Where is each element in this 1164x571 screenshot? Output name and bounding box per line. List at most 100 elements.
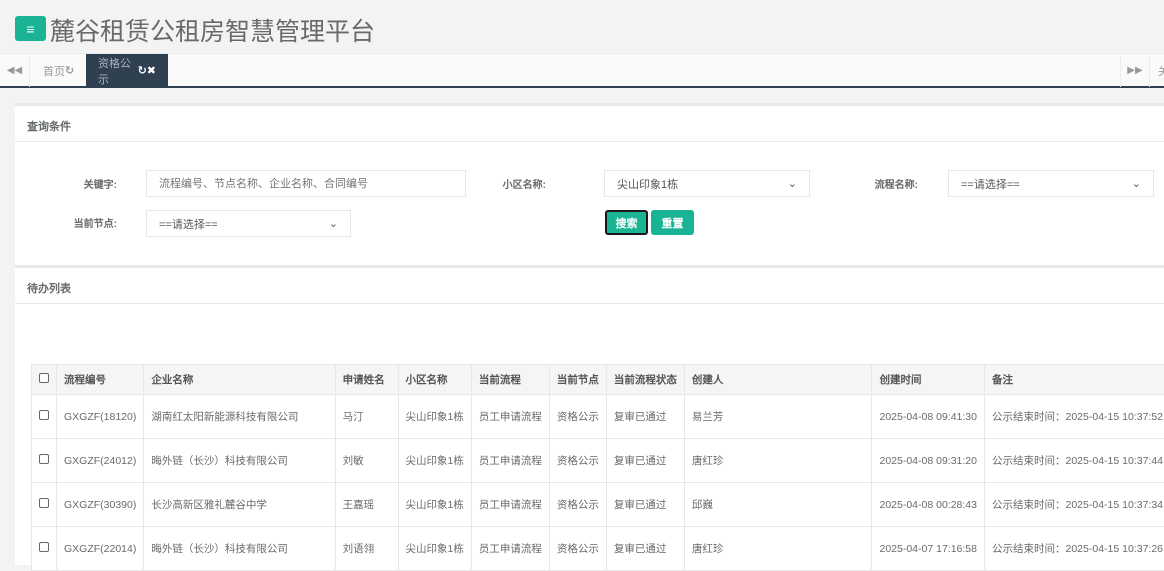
close-icon[interactable]: ✖ bbox=[147, 64, 156, 77]
table-row[interactable]: GXGZF(30390)长沙高新区雅礼麓谷中学王嘉瑶尖山印象1栋员工申请流程资格… bbox=[32, 483, 1164, 527]
process-label: 流程名称: bbox=[838, 176, 918, 191]
table-cell: 员工申请流程 bbox=[471, 483, 549, 527]
table-cell: 尖山印象1栋 bbox=[398, 483, 471, 527]
select-all-checkbox[interactable] bbox=[39, 373, 49, 383]
table-cell: 资格公示 bbox=[549, 439, 606, 483]
refresh-icon[interactable]: ↻ bbox=[65, 64, 74, 77]
todo-table: 流程编号 企业名称 申请姓名 小区名称 当前流程 当前节点 当前流程状态 创建人… bbox=[31, 364, 1164, 571]
table-cell: 2025-04-08 09:41:30 bbox=[872, 395, 985, 439]
row-checkbox[interactable] bbox=[39, 498, 49, 508]
tab-qualification[interactable]: 资格公示↻✖ bbox=[86, 54, 168, 87]
select-value: 尖山印象1栋 bbox=[617, 176, 678, 192]
col-header[interactable]: 备注 bbox=[985, 365, 1164, 395]
table-row[interactable]: GXGZF(24012)晦外链（长沙）科技有限公司刘敏尖山印象1栋员工申请流程资… bbox=[32, 439, 1164, 483]
app-title: 麓谷租赁公租房智慧管理平台 bbox=[50, 12, 375, 48]
col-header[interactable]: 当前节点 bbox=[549, 365, 606, 395]
node-label: 当前节点: bbox=[37, 215, 117, 230]
row-select-cell[interactable] bbox=[32, 395, 57, 439]
table-cell: 刘语翎 bbox=[335, 527, 398, 571]
scroll-left-button[interactable]: ◀◀ bbox=[0, 54, 30, 87]
table-cell: GXGZF(22014) bbox=[57, 527, 144, 571]
select-value: ==请选择== bbox=[961, 176, 1020, 192]
bars-icon: ≡ bbox=[26, 21, 34, 37]
tab-label: 资格公示 bbox=[98, 55, 138, 87]
scroll-right-button[interactable]: ▶▶ bbox=[1120, 54, 1150, 87]
table-cell: 公示结束时间：2025-04-15 10:37:52 bbox=[985, 395, 1164, 439]
table-cell: 2025-04-08 00:28:43 bbox=[872, 483, 985, 527]
table-cell: 尖山印象1栋 bbox=[398, 527, 471, 571]
chevron-down-icon: ⌄ bbox=[1132, 177, 1141, 190]
keyword-label: 关键字: bbox=[37, 176, 117, 191]
community-label: 小区名称: bbox=[466, 176, 546, 191]
table-cell: 2025-04-08 09:31:20 bbox=[872, 439, 985, 483]
table-cell: 长沙高新区雅礼麓谷中学 bbox=[144, 483, 335, 527]
table-cell: 2025-04-07 17:16:58 bbox=[872, 527, 985, 571]
list-panel-title: 待办列表 bbox=[15, 268, 1164, 304]
select-value: ==请选择== bbox=[159, 216, 218, 232]
search-panel-title: 查询条件 bbox=[15, 106, 1164, 142]
table-cell: 刘敏 bbox=[335, 439, 398, 483]
table-cell: GXGZF(30390) bbox=[57, 483, 144, 527]
menu-toggle-button[interactable]: ≡ bbox=[15, 16, 46, 41]
table-cell: 晦外链（长沙）科技有限公司 bbox=[144, 439, 335, 483]
process-select[interactable]: ==请选择== ⌄ bbox=[948, 170, 1154, 197]
col-header[interactable]: 创建时间 bbox=[872, 365, 985, 395]
chevron-down-icon: ⌄ bbox=[788, 177, 797, 190]
row-select-cell[interactable] bbox=[32, 483, 57, 527]
table-cell: 员工申请流程 bbox=[471, 439, 549, 483]
close-ops-label: 关 bbox=[1158, 63, 1164, 79]
close-operations-button[interactable]: 关 bbox=[1150, 54, 1164, 87]
table-cell: 马汀 bbox=[335, 395, 398, 439]
col-header[interactable]: 当前流程 bbox=[471, 365, 549, 395]
col-header[interactable]: 创建人 bbox=[684, 365, 872, 395]
row-checkbox[interactable] bbox=[39, 542, 49, 552]
table-cell: 复审已通过 bbox=[606, 395, 684, 439]
col-header[interactable]: 流程编号 bbox=[57, 365, 144, 395]
community-select[interactable]: 尖山印象1栋 ⌄ bbox=[604, 170, 810, 197]
table-cell: GXGZF(24012) bbox=[57, 439, 144, 483]
table-cell: 唐红珍 bbox=[684, 527, 872, 571]
table-cell: 王嘉瑶 bbox=[335, 483, 398, 527]
table-cell: 复审已通过 bbox=[606, 483, 684, 527]
table-cell: 复审已通过 bbox=[606, 527, 684, 571]
tab-home[interactable]: 首页↻ bbox=[31, 54, 86, 87]
table-cell: 尖山印象1栋 bbox=[398, 395, 471, 439]
row-checkbox[interactable] bbox=[39, 454, 49, 464]
table-header-row: 流程编号 企业名称 申请姓名 小区名称 当前流程 当前节点 当前流程状态 创建人… bbox=[32, 365, 1164, 395]
table-row[interactable]: GXGZF(18120)湖南红太阳新能源科技有限公司马汀尖山印象1栋员工申请流程… bbox=[32, 395, 1164, 439]
search-panel: 查询条件 关键字: 小区名称: 尖山印象1栋 ⌄ 流程名称: ==请选择== ⌄ 当… bbox=[15, 103, 1164, 266]
tab-label: 首页 bbox=[43, 63, 65, 79]
select-all-cell[interactable] bbox=[32, 365, 57, 395]
table-cell: 邱巍 bbox=[684, 483, 872, 527]
col-header[interactable]: 当前流程状态 bbox=[606, 365, 684, 395]
row-checkbox[interactable] bbox=[39, 410, 49, 420]
table-cell: GXGZF(18120) bbox=[57, 395, 144, 439]
col-header[interactable]: 申请姓名 bbox=[335, 365, 398, 395]
chevron-down-icon: ⌄ bbox=[329, 217, 338, 230]
row-select-cell[interactable] bbox=[32, 439, 57, 483]
col-header[interactable]: 小区名称 bbox=[398, 365, 471, 395]
top-header: ≡ 麓谷租赁公租房智慧管理平台 bbox=[0, 0, 1164, 53]
table-cell: 尖山印象1栋 bbox=[398, 439, 471, 483]
table-cell: 复审已通过 bbox=[606, 439, 684, 483]
table-cell: 湖南红太阳新能源科技有限公司 bbox=[144, 395, 335, 439]
keyword-input[interactable] bbox=[146, 170, 466, 197]
tab-bar: ◀◀ 首页↻ 资格公示↻✖ ▶▶ 关 bbox=[0, 53, 1164, 88]
search-button[interactable]: 搜索 bbox=[605, 210, 648, 235]
table-cell: 员工申请流程 bbox=[471, 527, 549, 571]
table-row[interactable]: GXGZF(22014)晦外链（长沙）科技有限公司刘语翎尖山印象1栋员工申请流程… bbox=[32, 527, 1164, 571]
row-select-cell[interactable] bbox=[32, 527, 57, 571]
refresh-icon[interactable]: ↻ bbox=[138, 64, 147, 77]
node-select[interactable]: ==请选择== ⌄ bbox=[146, 210, 351, 237]
table-cell: 唐红珍 bbox=[684, 439, 872, 483]
reset-button[interactable]: 重置 bbox=[651, 210, 694, 235]
table-cell: 晦外链（长沙）科技有限公司 bbox=[144, 527, 335, 571]
double-left-icon: ◀◀ bbox=[7, 65, 22, 76]
table-cell: 易兰芳 bbox=[684, 395, 872, 439]
table-cell: 员工申请流程 bbox=[471, 395, 549, 439]
table-cell: 资格公示 bbox=[549, 483, 606, 527]
col-header[interactable]: 企业名称 bbox=[144, 365, 335, 395]
table-cell: 公示结束时间：2025-04-15 10:37:34 bbox=[985, 483, 1164, 527]
table-cell: 资格公示 bbox=[549, 527, 606, 571]
table-cell: 资格公示 bbox=[549, 395, 606, 439]
